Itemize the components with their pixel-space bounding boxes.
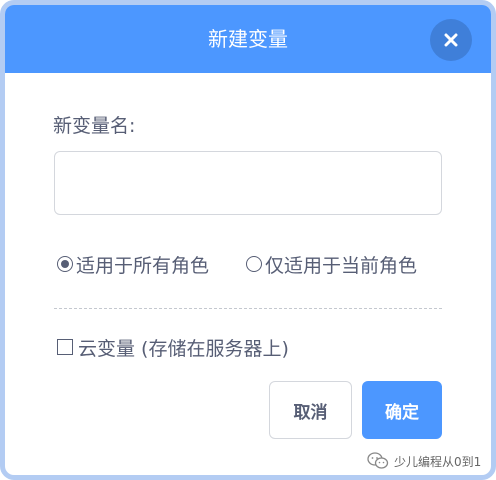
- cloud-variable-checkbox[interactable]: 云变量 (存储在服务器上): [57, 333, 289, 361]
- radio-unselected-icon: [246, 256, 262, 272]
- divider: [54, 308, 442, 309]
- new-variable-dialog: 新建变量 新变量名: 适用于所有角色 仅适用于当前角色 云变量 (存储在服务器上…: [0, 0, 496, 480]
- dialog-header: 新建变量: [5, 5, 491, 73]
- scope-option-label: 仅适用于当前角色: [265, 254, 418, 277]
- ok-button[interactable]: 确定: [362, 381, 442, 439]
- scope-option-this-sprite[interactable]: 仅适用于当前角色: [246, 250, 417, 278]
- dialog-title: 新建变量: [208, 27, 288, 51]
- close-button[interactable]: [430, 19, 472, 61]
- checkbox-icon: [57, 339, 73, 355]
- watermark-text: 少儿编程从0到1: [394, 454, 482, 469]
- close-icon: [444, 33, 458, 47]
- cloud-variable-label: 云变量 (存储在服务器上): [78, 337, 289, 360]
- radio-selected-icon: [57, 256, 73, 272]
- cancel-button[interactable]: 取消: [269, 381, 352, 439]
- wechat-icon: [367, 452, 389, 469]
- variable-name-input[interactable]: [54, 151, 442, 215]
- scope-option-all-sprites[interactable]: 适用于所有角色: [57, 250, 209, 278]
- watermark: 少儿编程从0到1: [367, 449, 481, 473]
- variable-name-label: 新变量名:: [53, 115, 136, 137]
- scope-option-label: 适用于所有角色: [76, 254, 210, 277]
